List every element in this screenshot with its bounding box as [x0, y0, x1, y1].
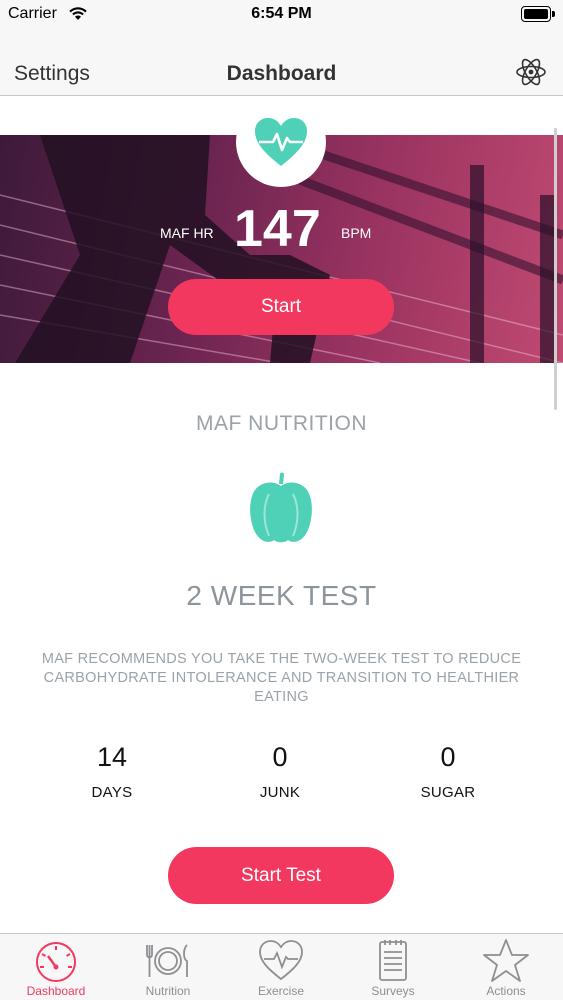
stat-junk: 0 JUNK	[220, 738, 340, 801]
notepad-icon	[379, 940, 407, 981]
maf-hr-label: MAF HR	[160, 225, 214, 241]
battery-icon	[521, 6, 555, 22]
scroll-indicator[interactable]	[554, 128, 557, 410]
tab-dashboard[interactable]: Dashboard	[0, 934, 112, 1000]
pepper-icon	[250, 472, 312, 543]
stat-days: 14 DAYS	[52, 738, 172, 801]
test-stats: 14 DAYS 0 JUNK 0 SUGAR	[0, 738, 563, 808]
stat-value: 0	[440, 742, 456, 772]
stat-label: DAYS	[91, 784, 133, 801]
tab-exercise[interactable]: Exercise	[225, 934, 337, 1000]
stat-sugar: 0 SUGAR	[388, 738, 508, 801]
section-title: MAF NUTRITION	[196, 412, 367, 435]
start-button[interactable]: Start	[168, 279, 394, 335]
tab-actions[interactable]: Actions	[450, 934, 562, 1000]
star-icon	[483, 939, 529, 982]
tab-label: Actions	[486, 984, 526, 998]
tab-label: Dashboard	[26, 984, 86, 998]
stat-value: 14	[96, 742, 128, 772]
start-test-button[interactable]: Start Test	[168, 847, 394, 904]
heart-pulse-icon	[259, 940, 303, 981]
test-title: 2 WEEK TEST	[186, 580, 377, 611]
tab-nutrition[interactable]: Nutrition	[112, 934, 224, 1000]
test-description: MAF RECOMMENDS YOU TAKE THE TWO-WEEK TES…	[41, 651, 522, 705]
heart-rate-icon	[255, 118, 307, 166]
stat-value: 0	[272, 742, 288, 772]
maf-hr-value: 147	[234, 200, 321, 258]
atom-icon[interactable]	[515, 56, 547, 88]
tab-bar: Dashboard Nutrition Exercise Surveys Act…	[0, 933, 563, 1000]
page-title: Dashboard	[226, 62, 337, 85]
navigation-bar: Settings Dashboard	[0, 30, 563, 96]
tab-label: Nutrition	[145, 984, 191, 998]
plate-icon	[146, 944, 188, 977]
stat-label: JUNK	[259, 784, 301, 801]
heart-badge	[236, 97, 326, 187]
status-bar: Carrier 6:54 PM	[0, 0, 563, 30]
tab-label: Exercise	[257, 984, 304, 998]
tab-surveys[interactable]: Surveys	[337, 934, 449, 1000]
tab-label: Surveys	[371, 984, 415, 998]
stat-label: SUGAR	[420, 784, 476, 801]
status-time: 6:54 PM	[251, 5, 312, 22]
gauge-icon	[36, 942, 76, 982]
maf-hr-unit: BPM	[341, 225, 372, 241]
